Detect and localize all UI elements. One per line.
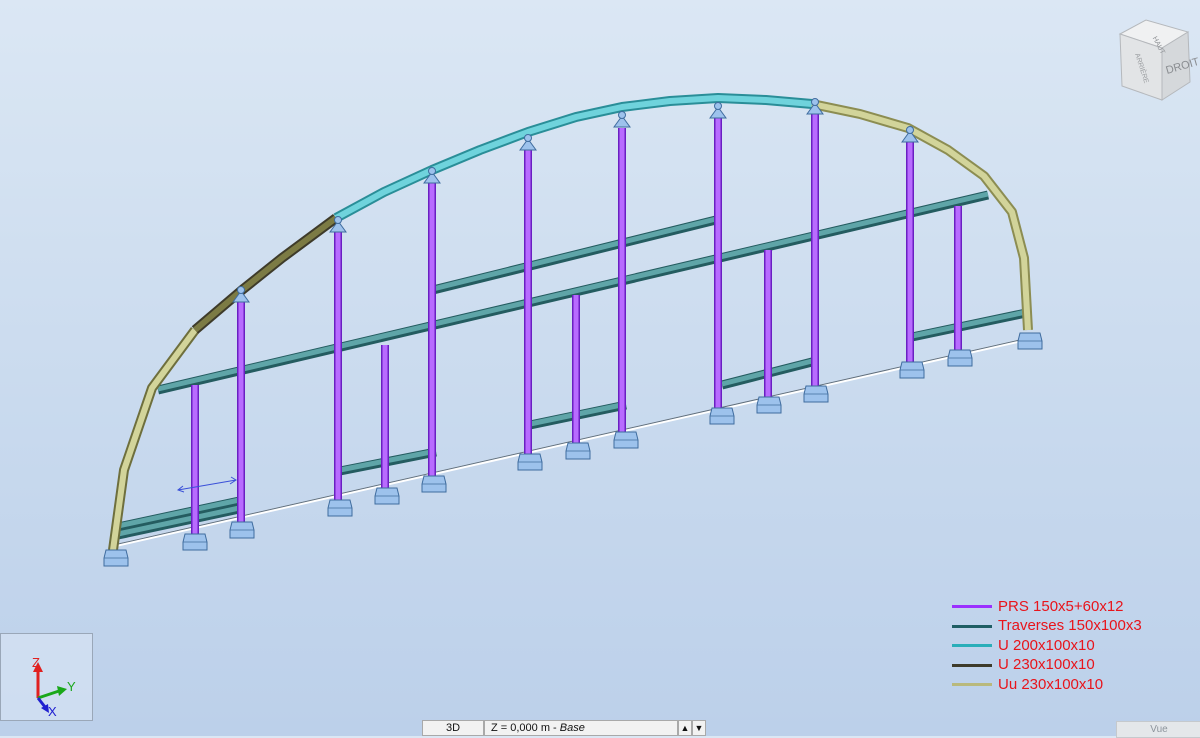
legend-swatch — [952, 624, 992, 628]
joint-node — [906, 126, 914, 134]
level-prefix: Z = 0,000 m - — [491, 722, 560, 734]
joint-node — [237, 286, 245, 294]
x-axis — [36, 697, 47, 708]
legend-label: Traverses 150x100x3 — [998, 617, 1142, 635]
level-field[interactable]: Z = 0,000 m - Base — [484, 720, 678, 736]
axis-triad: Z Y X — [0, 633, 93, 721]
legend-label: U 230x100x10 — [998, 656, 1095, 674]
y-arrow-icon — [57, 686, 67, 696]
legend-item: PRS 150x5+60x12 — [952, 597, 1192, 617]
joint-node — [811, 98, 819, 106]
view-statusbar: 3D Z = 0,000 m - Base ▲ ▼ — [422, 720, 706, 736]
legend-swatch — [952, 663, 992, 667]
tab-vue[interactable]: Vue — [1116, 721, 1200, 738]
traverse-beam-face — [432, 215, 721, 292]
view-cube[interactable]: HAUT ARRIÈRE DROITE — [1112, 18, 1200, 106]
legend-item: Uu 230x100x10 — [952, 675, 1192, 695]
y-axis — [37, 689, 60, 700]
arch-u200-crown-face — [334, 95, 813, 221]
legend-item: U 230x100x10 — [952, 656, 1192, 676]
arch-u230-left-face — [193, 215, 338, 333]
legend-swatch — [952, 683, 992, 687]
joint-node — [428, 167, 436, 175]
joint-node — [714, 102, 722, 110]
legend-item: U 200x100x10 — [952, 636, 1192, 656]
legend-label: U 200x100x10 — [998, 636, 1095, 654]
traverse-beam-face — [911, 309, 1027, 339]
arch-members[interactable] — [108, 93, 1033, 551]
joint-node — [334, 216, 342, 224]
level-name: Base — [559, 722, 585, 734]
z-axis-label: Z — [32, 655, 40, 670]
level-down-button[interactable]: ▼ — [692, 720, 706, 736]
legend-item: Traverses 150x100x3 — [952, 617, 1192, 637]
legend-swatch — [952, 605, 992, 609]
legend-swatch — [952, 644, 992, 648]
level-up-button[interactable]: ▲ — [678, 720, 692, 736]
dimension-arrow — [176, 476, 237, 493]
view-mode-field[interactable]: 3D — [422, 720, 484, 736]
joint-node — [618, 111, 626, 119]
section-legend: PRS 150x5+60x12 Traverses 150x100x3 U 20… — [952, 597, 1192, 695]
prs-columns[interactable] — [191, 112, 962, 535]
legend-label: Uu 230x100x10 — [998, 675, 1104, 693]
x-axis-label: X — [48, 704, 57, 719]
joint-node — [524, 134, 532, 142]
legend-label: PRS 150x5+60x12 — [998, 597, 1124, 615]
y-axis-label: Y — [67, 679, 76, 694]
arch-uu-right-face — [811, 101, 1031, 331]
